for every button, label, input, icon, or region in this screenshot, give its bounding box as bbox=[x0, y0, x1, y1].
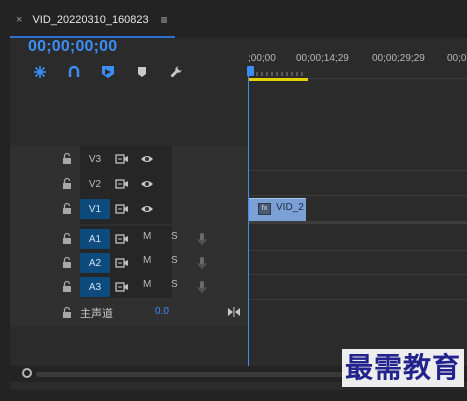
master-track-label: 主声道 bbox=[80, 308, 113, 320]
track-headers: V3 V2 V1 A1 M S A2 M S A3 M S 主声道 0.0 bbox=[10, 146, 248, 326]
ruler-label: ;00;00 bbox=[248, 53, 276, 64]
settings-wrench-icon[interactable] bbox=[168, 64, 184, 80]
microphone-icon[interactable] bbox=[197, 232, 207, 246]
lock-icon[interactable] bbox=[62, 256, 72, 270]
track-row-v1: V1 bbox=[10, 197, 248, 221]
sequence-tab-title: VID_20220310_160823 bbox=[32, 14, 149, 26]
clip-name: VID_2 bbox=[276, 202, 304, 213]
lock-icon[interactable] bbox=[62, 306, 72, 320]
lane-divider bbox=[248, 170, 467, 171]
timeline-header: 00;00;00;00 bbox=[10, 38, 248, 146]
lock-icon[interactable] bbox=[62, 202, 72, 216]
zoom-scroll-handle[interactable] bbox=[22, 368, 32, 378]
track-label-a1[interactable]: A1 bbox=[80, 229, 110, 249]
marker-icon[interactable] bbox=[134, 64, 150, 80]
sequence-tab[interactable]: × VID_20220310_160823 ≡ bbox=[16, 10, 168, 30]
video-clip[interactable]: fx VID_2 bbox=[248, 198, 306, 221]
video-audio-divider bbox=[248, 221, 467, 224]
track-label-a3[interactable]: A3 bbox=[80, 277, 110, 297]
track-label-v1[interactable]: V1 bbox=[80, 199, 110, 219]
lane-divider bbox=[248, 274, 467, 275]
watermark-logo: 最需教育 bbox=[342, 349, 465, 387]
panel-menu-icon[interactable]: ≡ bbox=[161, 13, 168, 27]
sync-lock-icon[interactable] bbox=[115, 153, 129, 165]
track-row-a3: A3 M S bbox=[10, 275, 248, 299]
lane-divider bbox=[248, 299, 467, 300]
microphone-icon[interactable] bbox=[197, 280, 207, 294]
mute-button[interactable]: M bbox=[143, 255, 151, 266]
lane-divider bbox=[248, 250, 467, 251]
sequence-tab-bar: × VID_20220310_160823 ≡ bbox=[10, 0, 467, 38]
sync-lock-icon[interactable] bbox=[115, 178, 129, 190]
sync-lock-icon[interactable] bbox=[115, 281, 129, 293]
fx-badge-icon: fx bbox=[258, 203, 271, 215]
track-row-a1: A1 M S bbox=[10, 227, 248, 251]
playhead-handle[interactable] bbox=[247, 66, 254, 76]
go-to-edit-point-icon[interactable] bbox=[227, 306, 241, 318]
eye-icon[interactable] bbox=[140, 203, 154, 215]
close-icon[interactable]: × bbox=[16, 14, 22, 26]
playhead-timecode[interactable]: 00;00;00;00 bbox=[28, 38, 117, 56]
track-row-a2: A2 M S bbox=[10, 251, 248, 275]
lock-icon[interactable] bbox=[62, 177, 72, 191]
track-headers-empty bbox=[10, 326, 248, 366]
track-lanes[interactable]: fx VID_2 bbox=[248, 146, 467, 326]
ruler-label: 00;00;14;29 bbox=[296, 53, 349, 64]
track-row-v3: V3 bbox=[10, 147, 248, 171]
lane-divider bbox=[248, 195, 467, 196]
eye-icon[interactable] bbox=[140, 178, 154, 190]
microphone-icon[interactable] bbox=[197, 256, 207, 270]
track-label-a2[interactable]: A2 bbox=[80, 253, 110, 273]
lock-icon[interactable] bbox=[62, 280, 72, 294]
track-row-master: 主声道 0.0 bbox=[10, 301, 248, 325]
sync-lock-icon[interactable] bbox=[115, 233, 129, 245]
snap-icon[interactable] bbox=[32, 64, 48, 80]
master-volume-value[interactable]: 0.0 bbox=[155, 306, 169, 317]
time-ruler[interactable]: ;00;00 00;00;14;29 00;00;29;29 00;0 bbox=[247, 38, 467, 146]
add-marker-icon[interactable] bbox=[100, 64, 116, 80]
solo-button[interactable]: S bbox=[171, 231, 178, 242]
track-label-v2[interactable]: V2 bbox=[80, 174, 110, 194]
sync-lock-icon[interactable] bbox=[115, 257, 129, 269]
sync-lock-icon[interactable] bbox=[115, 203, 129, 215]
mute-button[interactable]: M bbox=[143, 231, 151, 242]
linked-selection-icon[interactable] bbox=[66, 64, 82, 80]
lock-icon[interactable] bbox=[62, 152, 72, 166]
mute-button[interactable]: M bbox=[143, 279, 151, 290]
ruler-label: 00;0 bbox=[447, 53, 467, 64]
eye-icon[interactable] bbox=[140, 153, 154, 165]
playhead-line[interactable] bbox=[248, 76, 249, 366]
ruler-ticks bbox=[251, 72, 303, 76]
lock-icon[interactable] bbox=[62, 232, 72, 246]
solo-button[interactable]: S bbox=[171, 279, 178, 290]
work-area-bar[interactable] bbox=[248, 78, 308, 81]
ruler-label: 00;00;29;29 bbox=[372, 53, 425, 64]
track-row-v2: V2 bbox=[10, 172, 248, 196]
track-label-v3[interactable]: V3 bbox=[80, 149, 110, 169]
solo-button[interactable]: S bbox=[171, 255, 178, 266]
